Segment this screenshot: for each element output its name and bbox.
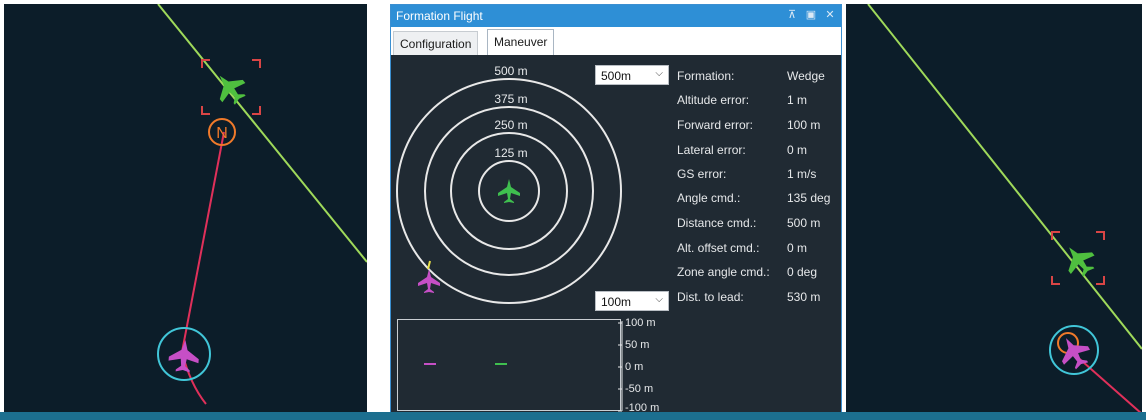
leader-path-line — [867, 4, 1142, 350]
vertical-tick-label: 50 m — [625, 339, 650, 351]
radar-display: 500 m 375 m 250 m 125 m — [396, 63, 622, 304]
info-label: Formation: — [677, 69, 735, 83]
info-label: Lateral error: — [677, 143, 746, 157]
map-canvas-left: N — [157, 4, 367, 405]
ring-label-250: 250 m — [494, 118, 527, 132]
vertical-select-value: 100m — [601, 295, 632, 309]
leader-path-line — [157, 4, 367, 263]
follower-path-line — [180, 131, 225, 405]
north-marker: N — [208, 118, 236, 146]
info-value: 0 m — [787, 241, 808, 255]
north-marker-letter: N — [216, 125, 228, 142]
chevron-down-icon: ⌵ — [655, 68, 663, 79]
title-bar[interactable]: Formation Flight ⊼ ▣ ✕ — [391, 5, 841, 27]
map-canvas-right — [867, 4, 1142, 414]
info-label: GS error: — [677, 167, 727, 181]
info-value: 1 m — [787, 93, 808, 107]
info-label: Altitude error: — [677, 93, 750, 107]
info-value: 0 m — [787, 143, 808, 157]
tab-configuration[interactable]: Configuration — [393, 31, 479, 55]
vertical-tick-label: 0 m — [625, 361, 644, 373]
formation-flight-window[interactable]: Formation Flight ⊼ ▣ ✕ Configuration Man… — [390, 4, 842, 415]
info-label: Forward error: — [677, 118, 754, 132]
leader-aircraft-icon — [1068, 247, 1095, 277]
leader-plane-icon — [498, 179, 520, 203]
follower-aircraft-icon — [168, 340, 199, 373]
info-label: Zone angle cmd.: — [677, 265, 770, 279]
close-icon[interactable]: ✕ — [823, 8, 837, 23]
info-label: Distance cmd.: — [677, 216, 757, 230]
restore-icon[interactable]: ▣ — [804, 8, 818, 23]
window-title: Formation Flight — [396, 9, 483, 23]
range-select-value: 500m — [601, 69, 632, 83]
info-value: 100 m — [787, 118, 821, 132]
pin-icon[interactable]: ⊼ — [785, 8, 799, 23]
info-value: 135 deg — [787, 191, 831, 205]
taskbar-strip — [0, 412, 1146, 420]
vertical-range-select[interactable]: 100m ⌵ — [595, 291, 669, 311]
vertical-tick-label: 100 m — [625, 317, 656, 329]
vertical-profile-box — [397, 319, 621, 411]
info-value: 500 m — [787, 216, 821, 230]
info-value: Wedge — [787, 69, 825, 83]
follower-heading-mark — [427, 260, 431, 270]
vertical-tick-label: -50 m — [625, 383, 654, 395]
info-value: 530 m — [787, 290, 821, 304]
info-label: Alt. offset cmd.: — [677, 241, 760, 255]
info-label: Dist. to lead: — [677, 290, 744, 304]
ring-label-125: 125 m — [494, 146, 527, 160]
maneuver-panel: 500 m 375 m 250 m 125 m 500m ⌵ 100m ⌵ Fo… — [391, 55, 841, 415]
vertical-profile-canvas — [424, 363, 507, 365]
info-value: 1 m/s — [787, 167, 817, 181]
map-view-right[interactable] — [846, 4, 1142, 414]
range-select[interactable]: 500m ⌵ — [595, 65, 669, 85]
tab-maneuver[interactable]: Maneuver — [487, 29, 555, 55]
ring-label-500: 500 m — [494, 64, 527, 78]
chevron-down-icon: ⌵ — [655, 294, 663, 305]
ring-label-375: 375 m — [494, 92, 527, 106]
map-view-left[interactable]: N — [4, 4, 367, 414]
info-label: Angle cmd.: — [677, 191, 741, 205]
info-value: 0 deg — [787, 265, 818, 279]
follower-plane-icon — [418, 269, 440, 293]
tab-strip: Configuration Maneuver — [391, 27, 841, 55]
